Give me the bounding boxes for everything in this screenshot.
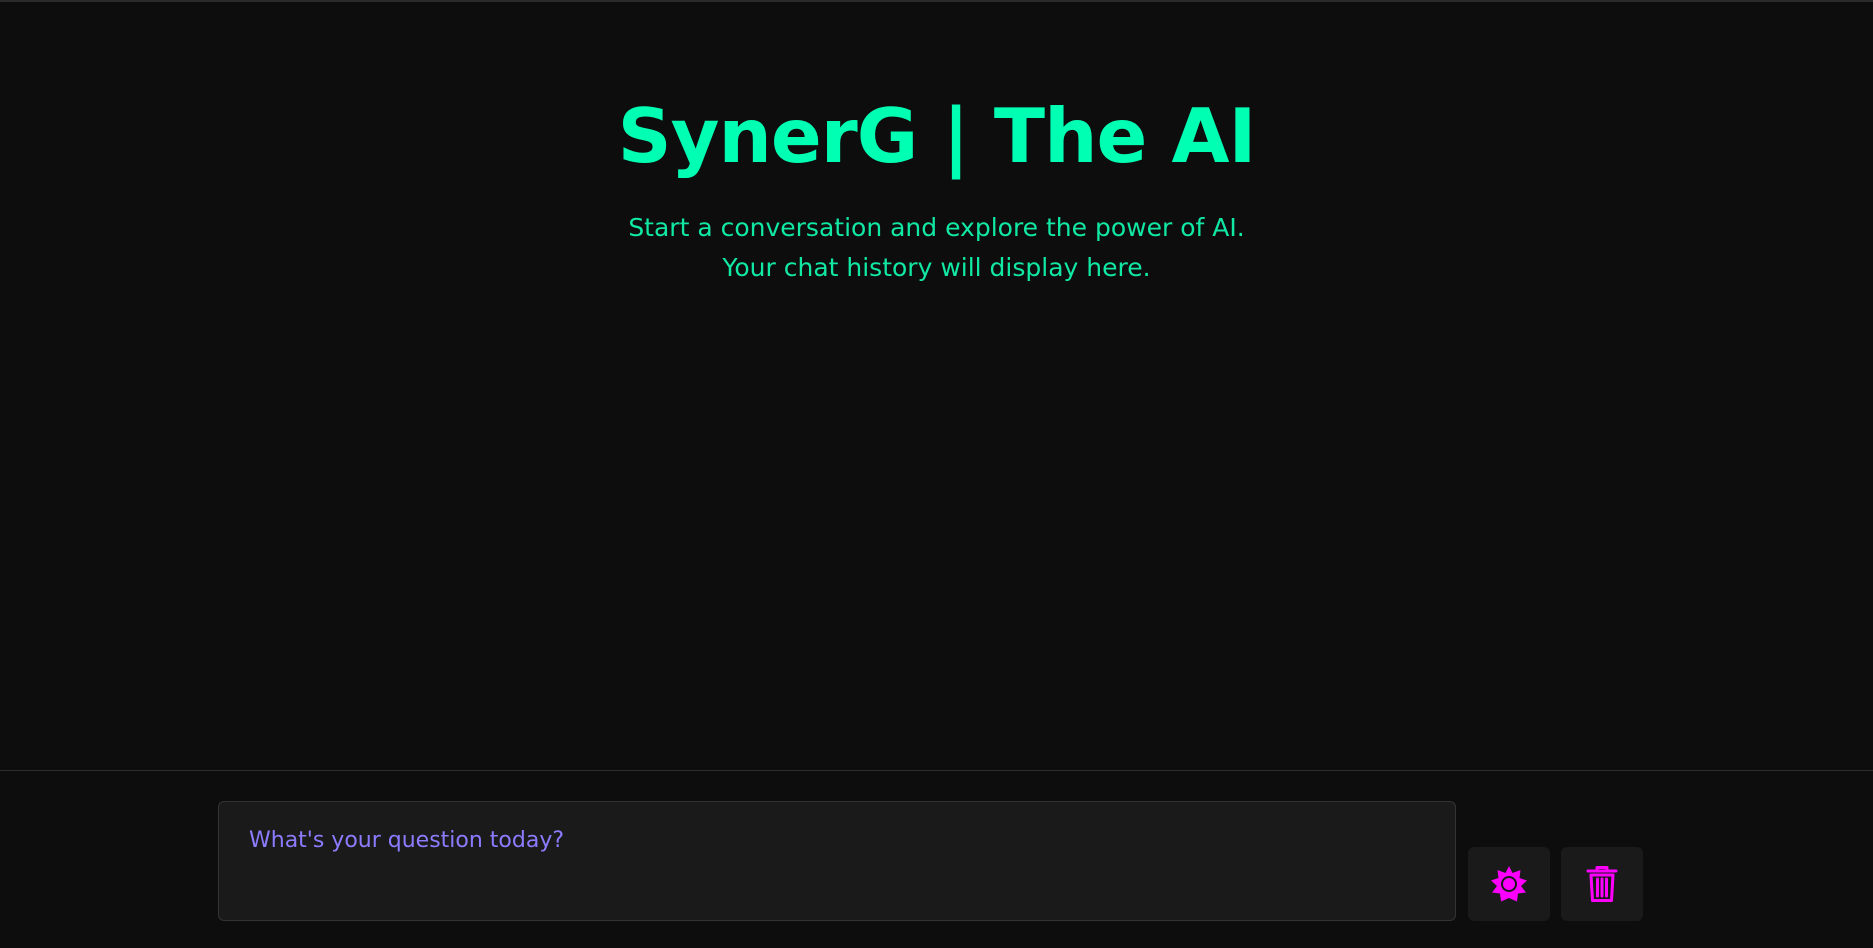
welcome-line-2: Your chat history will display here. xyxy=(722,253,1151,282)
sun-icon xyxy=(1490,865,1528,903)
chat-input[interactable] xyxy=(218,801,1456,921)
welcome-message: Start a conversation and explore the pow… xyxy=(0,208,1873,288)
theme-toggle-button[interactable] xyxy=(1468,847,1550,921)
welcome-line-1: Start a conversation and explore the pow… xyxy=(628,213,1245,242)
trash-icon xyxy=(1585,865,1619,903)
top-border xyxy=(0,0,1873,2)
clear-chat-button[interactable] xyxy=(1561,847,1643,921)
page-title: SynerG | The AI xyxy=(617,92,1257,180)
